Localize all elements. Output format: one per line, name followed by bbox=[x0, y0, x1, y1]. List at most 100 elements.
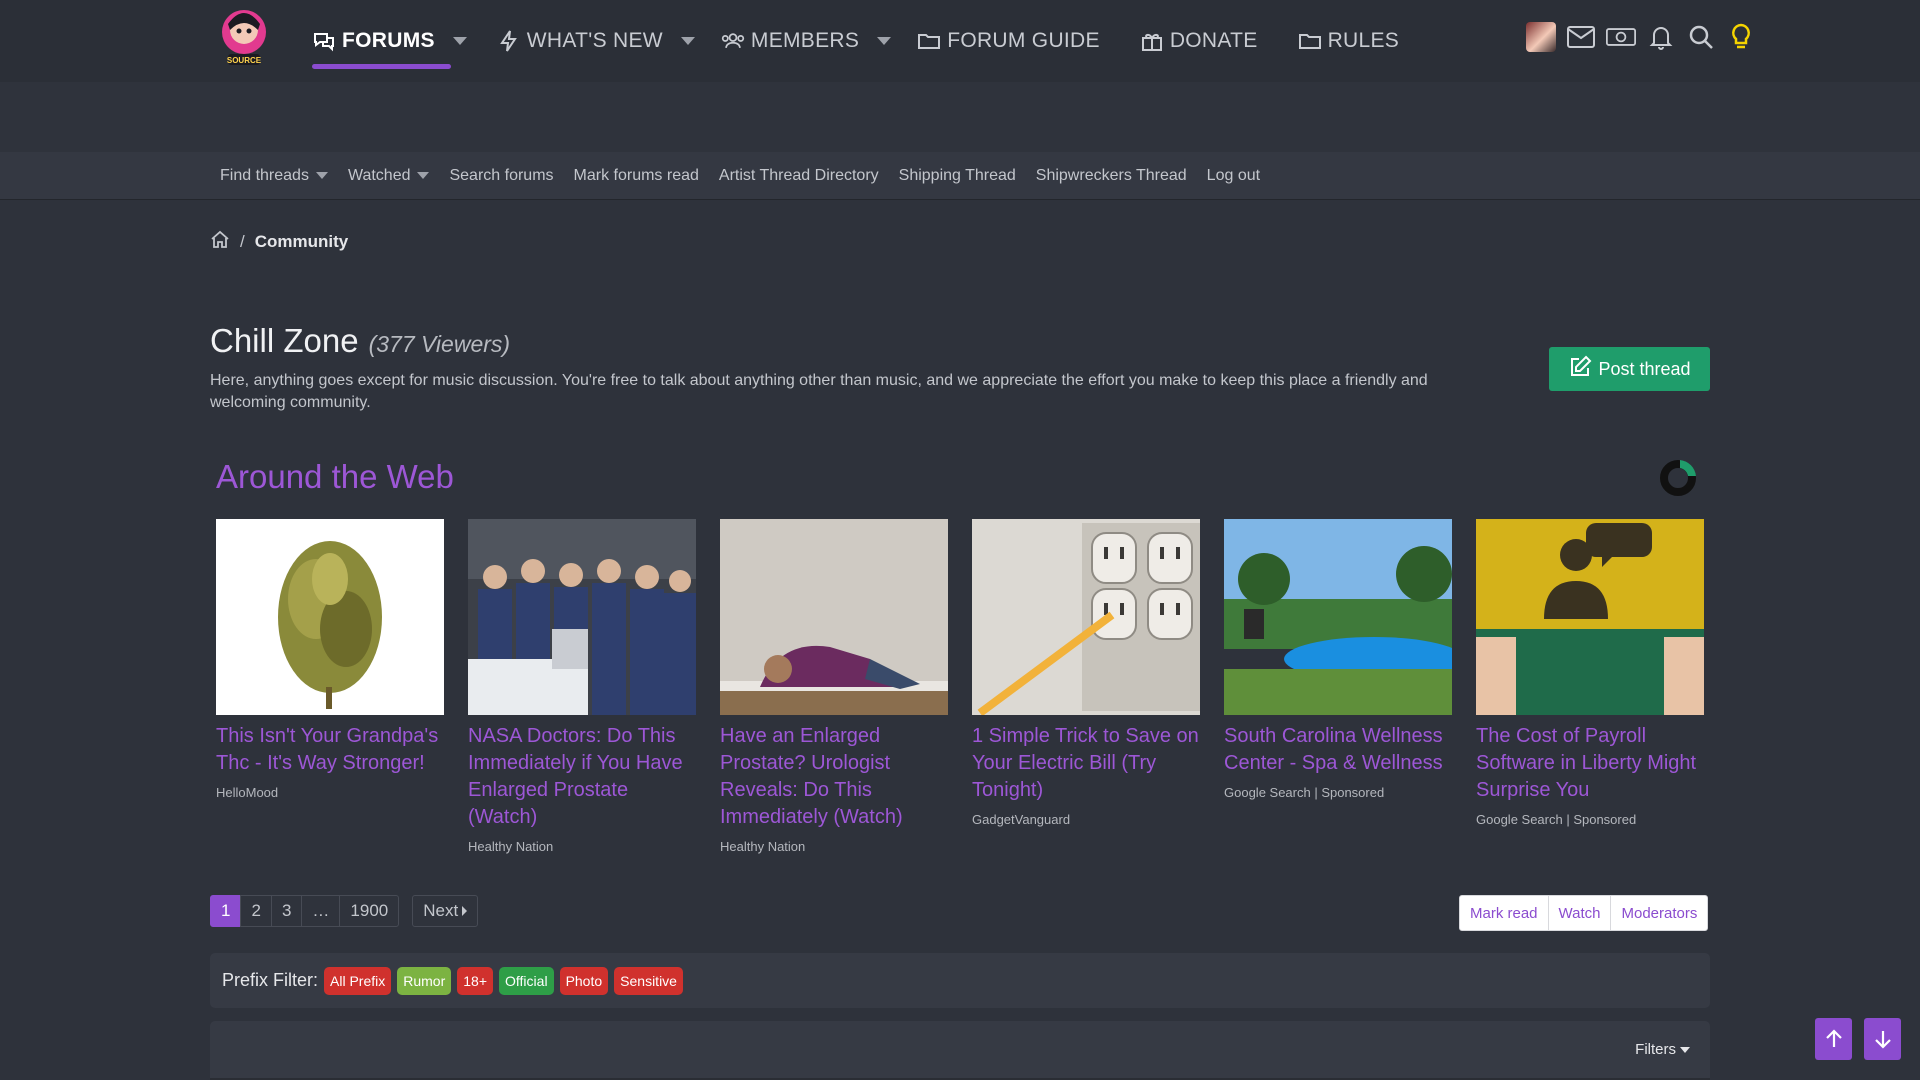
ad-card[interactable]: This Isn't Your Grandpa's Thc - It's Way… bbox=[216, 519, 444, 854]
prefix-18-plus[interactable]: 18+ bbox=[457, 966, 494, 995]
ad-source: Healthy Nation bbox=[468, 839, 554, 854]
ad-source: HelloMood bbox=[216, 785, 279, 800]
prefix-photo[interactable]: Photo bbox=[559, 966, 609, 995]
lightbulb-icon[interactable] bbox=[1726, 22, 1756, 52]
page-ellipsis[interactable]: … bbox=[301, 895, 341, 927]
subnav-mark-forums-read[interactable]: Mark forums read bbox=[574, 167, 699, 185]
ad-source: Google Search | Sponsored bbox=[1476, 812, 1637, 827]
ad-card[interactable]: Have an Enlarged Prostate? Urologist Rev… bbox=[720, 519, 948, 854]
prefix-official[interactable]: Official bbox=[499, 966, 554, 995]
ad-headline[interactable]: The Cost of Payroll Software in Liberty … bbox=[1476, 723, 1704, 804]
subnav-artist-thread-directory[interactable]: Artist Thread Directory bbox=[719, 167, 879, 185]
scroll-to-bottom-button[interactable] bbox=[1864, 1018, 1901, 1060]
ad-headline[interactable]: This Isn't Your Grandpa's Thc - It's Way… bbox=[216, 723, 444, 777]
tab-donate[interactable]: DONATE bbox=[1140, 0, 1258, 82]
post-thread-label: Post thread bbox=[1598, 358, 1691, 379]
ad-headline[interactable]: 1 Simple Trick to Save on Your Electric … bbox=[972, 723, 1200, 804]
ad-card[interactable]: 1 Simple Trick to Save on Your Electric … bbox=[972, 519, 1200, 854]
mail-icon[interactable] bbox=[1566, 22, 1596, 52]
search-icon[interactable] bbox=[1686, 22, 1716, 52]
prefix-filter-label: Prefix Filter: bbox=[222, 970, 319, 990]
subnav-shipping-thread[interactable]: Shipping Thread bbox=[899, 167, 1016, 185]
forum-description: Here, anything goes except for music dis… bbox=[210, 372, 1428, 411]
ad-image-doctors[interactable] bbox=[468, 519, 696, 715]
folder-icon bbox=[917, 29, 941, 53]
filters-label: Filters bbox=[1635, 1041, 1676, 1058]
ad-headline[interactable]: NASA Doctors: Do This Immediately if You… bbox=[468, 723, 696, 831]
next-page-button[interactable]: Next bbox=[412, 895, 479, 927]
ad-card[interactable]: NASA Doctors: Do This Immediately if You… bbox=[468, 519, 696, 854]
ad-image-outlets[interactable] bbox=[972, 519, 1200, 715]
ad-image-stretching[interactable] bbox=[720, 519, 948, 715]
sub-navigation: Find threads Watched Search forums Mark … bbox=[0, 152, 1920, 200]
ad-headline[interactable]: South Carolina Wellness Center - Spa & W… bbox=[1224, 723, 1452, 777]
breadcrumb: / Community bbox=[210, 230, 348, 253]
ad-image-cannabis[interactable] bbox=[216, 519, 444, 715]
ad-headline[interactable]: Have an Enlarged Prostate? Urologist Rev… bbox=[720, 723, 948, 831]
lightning-icon bbox=[497, 29, 521, 53]
ad-cards: This Isn't Your Grandpa's Thc - It's Way… bbox=[216, 519, 1704, 854]
subnav-watched[interactable]: Watched bbox=[348, 167, 430, 185]
ad-card[interactable]: South Carolina Wellness Center - Spa & W… bbox=[1224, 519, 1452, 854]
folder-icon bbox=[1298, 29, 1322, 53]
prefix-sensitive[interactable]: Sensitive bbox=[614, 966, 683, 995]
subnav-label: Find threads bbox=[220, 166, 309, 184]
next-label: Next bbox=[423, 901, 459, 920]
around-the-web-title: Around the Web bbox=[216, 458, 454, 495]
prefix-rumor[interactable]: Rumor bbox=[397, 966, 452, 995]
tab-forum-guide[interactable]: FORUM GUIDE bbox=[917, 0, 1100, 82]
tab-rules[interactable]: RULES bbox=[1298, 0, 1400, 82]
money-icon[interactable] bbox=[1606, 22, 1636, 52]
subnav-log-out[interactable]: Log out bbox=[1207, 167, 1260, 185]
tab-label: FORUM GUIDE bbox=[947, 29, 1100, 52]
forum-actions: Mark read Watch Moderators bbox=[1459, 895, 1709, 931]
tab-label: FORUMS bbox=[342, 29, 435, 52]
breadcrumb-separator: / bbox=[240, 231, 245, 251]
ad-image-pool[interactable] bbox=[1224, 519, 1452, 715]
tab-whats-new[interactable]: WHAT'S NEW bbox=[497, 0, 695, 82]
page-3[interactable]: 3 bbox=[270, 895, 303, 927]
scroll-to-top-button[interactable] bbox=[1815, 1018, 1852, 1060]
ad-card[interactable]: The Cost of Payroll Software in Liberty … bbox=[1476, 519, 1704, 854]
subnav-shipwreckers-thread[interactable]: Shipwreckers Thread bbox=[1036, 167, 1187, 185]
prefix-filter-bar: Prefix Filter: All Prefix Rumor 18+ Offi… bbox=[210, 953, 1710, 1008]
post-thread-button[interactable]: Post thread bbox=[1549, 347, 1710, 391]
chevron-down-icon[interactable] bbox=[680, 37, 695, 45]
prefix-all[interactable]: All Prefix bbox=[324, 966, 392, 995]
ad-source: Google Search | Sponsored bbox=[1224, 785, 1385, 800]
ad-source: GadgetVanguard bbox=[972, 812, 1071, 827]
subnav-search-forums[interactable]: Search forums bbox=[449, 167, 553, 185]
moderators-button[interactable]: Moderators bbox=[1610, 895, 1709, 931]
subnav-find-threads[interactable]: Find threads bbox=[220, 167, 328, 185]
site-logo[interactable]: SOURCE bbox=[214, 2, 274, 72]
arrow-down-icon bbox=[1874, 1031, 1891, 1049]
filters-button[interactable]: Filters bbox=[1635, 1041, 1690, 1058]
breadcrumb-community[interactable]: Community bbox=[255, 232, 349, 252]
ad-image-payroll[interactable] bbox=[1476, 519, 1704, 715]
tab-label: WHAT'S NEW bbox=[526, 29, 663, 52]
chat-bubbles-icon bbox=[312, 29, 336, 53]
chevron-down-icon[interactable] bbox=[417, 172, 430, 179]
chevron-down-icon[interactable] bbox=[877, 37, 892, 45]
tab-label: RULES bbox=[1327, 29, 1400, 52]
edit-icon bbox=[1568, 355, 1592, 384]
chevron-down-icon[interactable] bbox=[452, 37, 467, 45]
mark-read-button[interactable]: Mark read bbox=[1459, 895, 1549, 931]
arrow-up-icon bbox=[1825, 1029, 1842, 1047]
page-1[interactable]: 1 bbox=[210, 895, 242, 927]
tab-members[interactable]: MEMBERS bbox=[721, 0, 892, 82]
chevron-down-icon[interactable] bbox=[315, 172, 328, 179]
user-avatar[interactable] bbox=[1526, 22, 1556, 52]
top-navigation-bar: SOURCE FORUMS WHAT'S NEW MEMBERS FORUM G… bbox=[0, 0, 1920, 82]
chevron-right-icon bbox=[462, 906, 468, 916]
ad-band bbox=[0, 82, 1920, 152]
home-icon[interactable] bbox=[210, 230, 230, 253]
page-last[interactable]: 1900 bbox=[339, 895, 400, 927]
page-2[interactable]: 2 bbox=[240, 895, 272, 927]
watch-button[interactable]: Watch bbox=[1547, 895, 1612, 931]
thread-list-header: Filters bbox=[210, 1021, 1710, 1080]
ad-provider-logo-icon[interactable] bbox=[1658, 458, 1698, 498]
bell-icon[interactable] bbox=[1646, 22, 1676, 52]
tab-label: MEMBERS bbox=[750, 29, 860, 52]
tab-forums[interactable]: FORUMS bbox=[312, 0, 467, 82]
